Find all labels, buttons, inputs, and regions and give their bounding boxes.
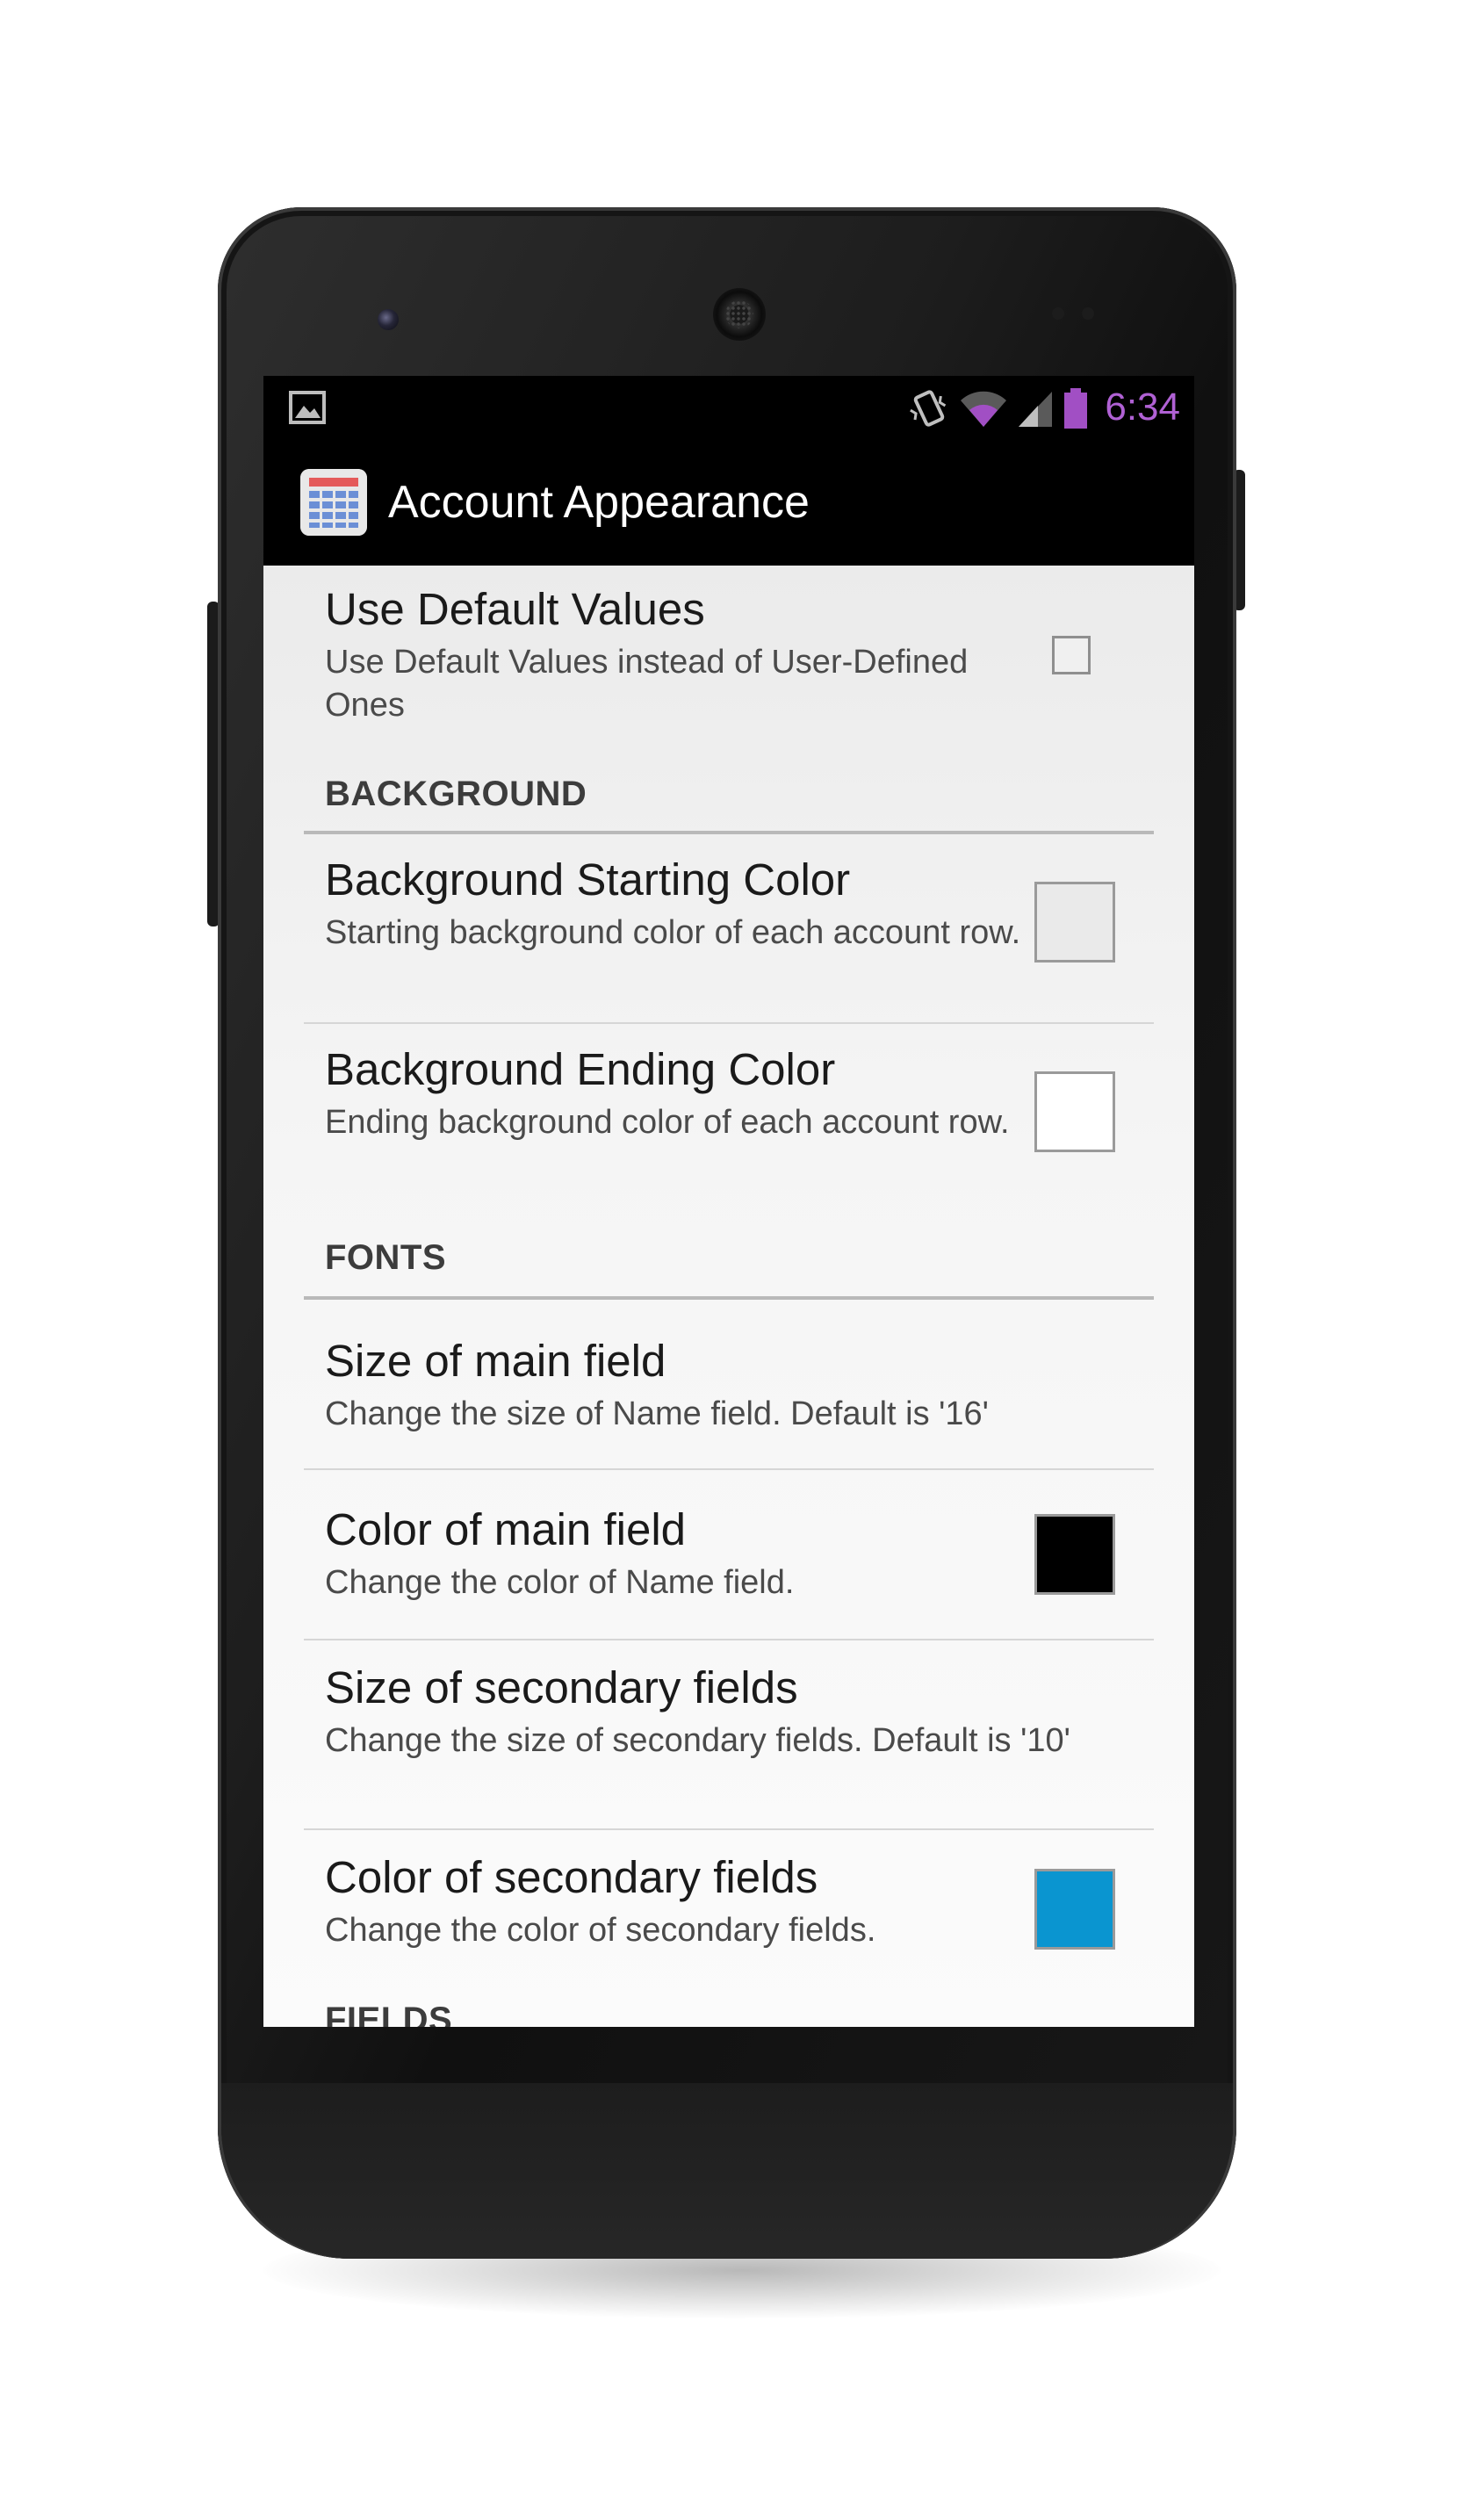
preferences-list: Use Default Values Use Default Values in… — [263, 566, 1194, 2027]
color-of-main-field-pref[interactable]: Color of main field Change the color of … — [304, 1470, 1154, 1639]
pref-title: Background Starting Color — [325, 854, 851, 905]
vibrate-icon — [910, 390, 947, 427]
pref-summary: Ending background color of each account … — [325, 1104, 1010, 1141]
phone-screen: 6:34 Account Appearance Use Default Valu… — [263, 376, 1194, 2027]
use-default-checkbox[interactable] — [1052, 636, 1091, 674]
front-camera — [378, 309, 399, 330]
status-clock: 6:34 — [1105, 386, 1180, 429]
page-title: Account Appearance — [388, 477, 810, 528]
main-color-swatch[interactable] — [1034, 1514, 1115, 1595]
size-of-main-field-pref[interactable]: Size of main field Change the size of Na… — [304, 1300, 1154, 1468]
pref-summary: Change the color of Name field. — [325, 1564, 795, 1601]
pref-summary: Starting background color of each accoun… — [325, 914, 1021, 951]
secondary-color-swatch[interactable] — [1034, 1869, 1115, 1950]
wifi-icon — [961, 391, 1006, 427]
pref-summary: Change the color of secondary fields. — [325, 1912, 876, 1949]
battery-icon — [1064, 388, 1087, 429]
color-of-secondary-fields-pref[interactable]: Color of secondary fields Change the col… — [304, 1830, 1154, 1988]
status-bar: 6:34 — [263, 376, 1194, 439]
gallery-notification-icon — [289, 391, 326, 424]
light-sensor — [1082, 307, 1094, 320]
calculator-grid-icon[interactable] — [300, 469, 367, 536]
use-default-values-pref[interactable]: Use Default Values Use Default Values in… — [304, 566, 1154, 729]
pref-title: Color of main field — [325, 1504, 687, 1554]
category-background: BACKGROUND — [325, 775, 587, 813]
earpiece-speaker — [713, 288, 766, 341]
pref-title: Size of secondary fields — [325, 1662, 798, 1712]
pref-title: Size of main field — [325, 1336, 666, 1386]
category-fields: FIELDS — [325, 2001, 453, 2027]
pref-summary: Change the size of secondary fields. Def… — [325, 1722, 1070, 1759]
pref-title: Background Ending Color — [325, 1044, 836, 1094]
pref-summary: Change the size of Name field. Default i… — [325, 1395, 989, 1432]
size-of-secondary-fields-pref[interactable]: Size of secondary fields Change the size… — [304, 1640, 1154, 1828]
proximity-sensor — [1052, 307, 1064, 320]
pref-summary: Use Default Values instead of User-Defin… — [325, 644, 969, 724]
category-fonts: FONTS — [325, 1238, 447, 1277]
background-ending-color-pref[interactable]: Background Ending Color Ending backgroun… — [304, 1024, 1154, 1217]
status-icons — [906, 386, 1089, 430]
bg-start-color-swatch[interactable] — [1034, 882, 1115, 963]
phone-chin — [221, 2083, 1233, 2259]
background-starting-color-pref[interactable]: Background Starting Color Starting backg… — [304, 834, 1154, 1022]
bg-end-color-swatch[interactable] — [1034, 1071, 1115, 1152]
cell-signal-icon — [1019, 392, 1052, 427]
pref-title: Color of secondary fields — [325, 1852, 818, 1902]
pref-title: Use Default Values — [325, 584, 705, 634]
action-bar: Account Appearance — [263, 439, 1194, 566]
